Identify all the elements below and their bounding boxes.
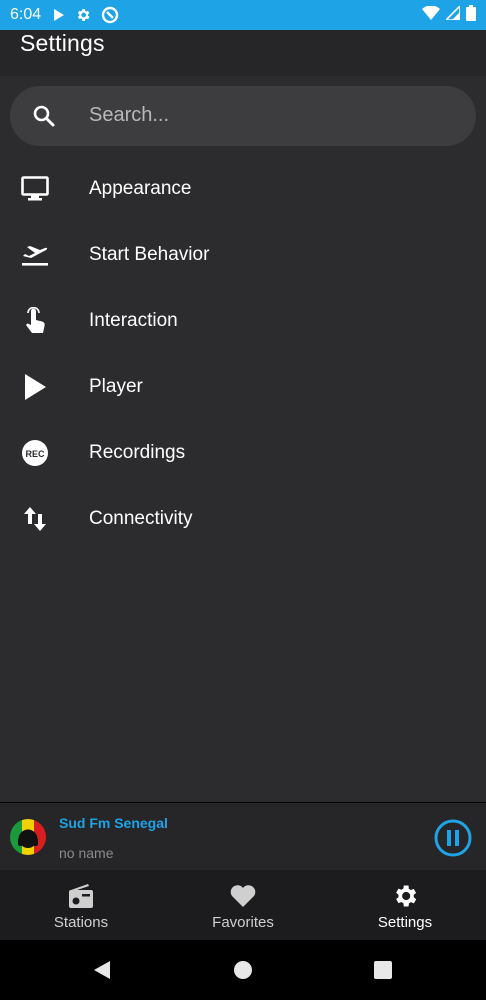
signal-icon (444, 3, 461, 25)
settings-notification-icon (75, 7, 91, 23)
menu-item-label: Player (89, 376, 143, 397)
radio-icon (67, 882, 95, 910)
nav-label: Favorites (212, 914, 274, 931)
back-icon (94, 961, 110, 979)
menu-item-recordings[interactable]: REC Recordings (0, 420, 486, 486)
menu-item-connectivity[interactable]: Connectivity (0, 486, 486, 552)
page-title: Settings (20, 30, 105, 56)
station-subtitle: no name (59, 845, 114, 861)
rec-icon: REC (20, 438, 50, 468)
nav-label: Stations (53, 914, 109, 931)
menu-item-player[interactable]: Player (0, 354, 486, 420)
menu-item-label: Recordings (89, 442, 186, 463)
bottom-navigation: Stations Favorites Settings (0, 870, 486, 940)
system-navigation-bar (0, 940, 486, 1000)
station-name: Sud Fm Senegal (59, 815, 168, 831)
menu-item-label: Connectivity (89, 508, 193, 529)
nav-item-favorites[interactable]: Favorites (162, 870, 324, 940)
nav-item-settings[interactable]: Settings (324, 870, 486, 940)
status-right-group (422, 3, 476, 26)
menu-item-appearance[interactable]: Appearance (0, 156, 486, 222)
back-button[interactable] (92, 960, 112, 985)
menu-item-label: Appearance (89, 178, 192, 199)
play-notification-icon (53, 8, 65, 22)
home-button[interactable] (233, 960, 253, 985)
recents-icon (374, 961, 392, 979)
play-icon (20, 372, 50, 402)
menu-item-interaction[interactable]: Interaction (0, 288, 486, 354)
search-bar[interactable]: Search... (10, 86, 476, 146)
pause-icon (434, 819, 472, 857)
pause-button[interactable] (434, 819, 472, 857)
settings-menu: Appearance Start Behavior Interaction Pl… (0, 156, 486, 552)
rec-badge-text: REC (25, 449, 45, 459)
touch-hand-icon (20, 306, 50, 336)
menu-item-label: Start Behavior (89, 244, 210, 265)
mini-player[interactable]: Sud Fm Senegal no name (0, 802, 486, 871)
monitor-icon (20, 174, 50, 204)
recents-button[interactable] (373, 960, 393, 985)
search-placeholder: Search... (89, 104, 170, 126)
heart-icon (229, 882, 257, 910)
station-logo (10, 819, 46, 855)
status-bar: 6:04 (0, 0, 486, 30)
wifi-icon (422, 4, 440, 25)
menu-item-label: Interaction (89, 310, 178, 331)
gear-icon (391, 882, 419, 910)
app-header: Settings (0, 30, 486, 76)
app-notification-icon (101, 6, 119, 24)
menu-item-start-behavior[interactable]: Start Behavior (0, 222, 486, 288)
nav-item-stations[interactable]: Stations (0, 870, 162, 940)
battery-icon (466, 4, 476, 26)
flight-takeoff-icon (20, 240, 50, 270)
swap-vertical-icon (20, 504, 50, 534)
nav-label: Settings (377, 914, 433, 931)
status-time: 6:04 (10, 6, 42, 23)
home-icon (234, 961, 252, 979)
search-icon (32, 104, 56, 133)
